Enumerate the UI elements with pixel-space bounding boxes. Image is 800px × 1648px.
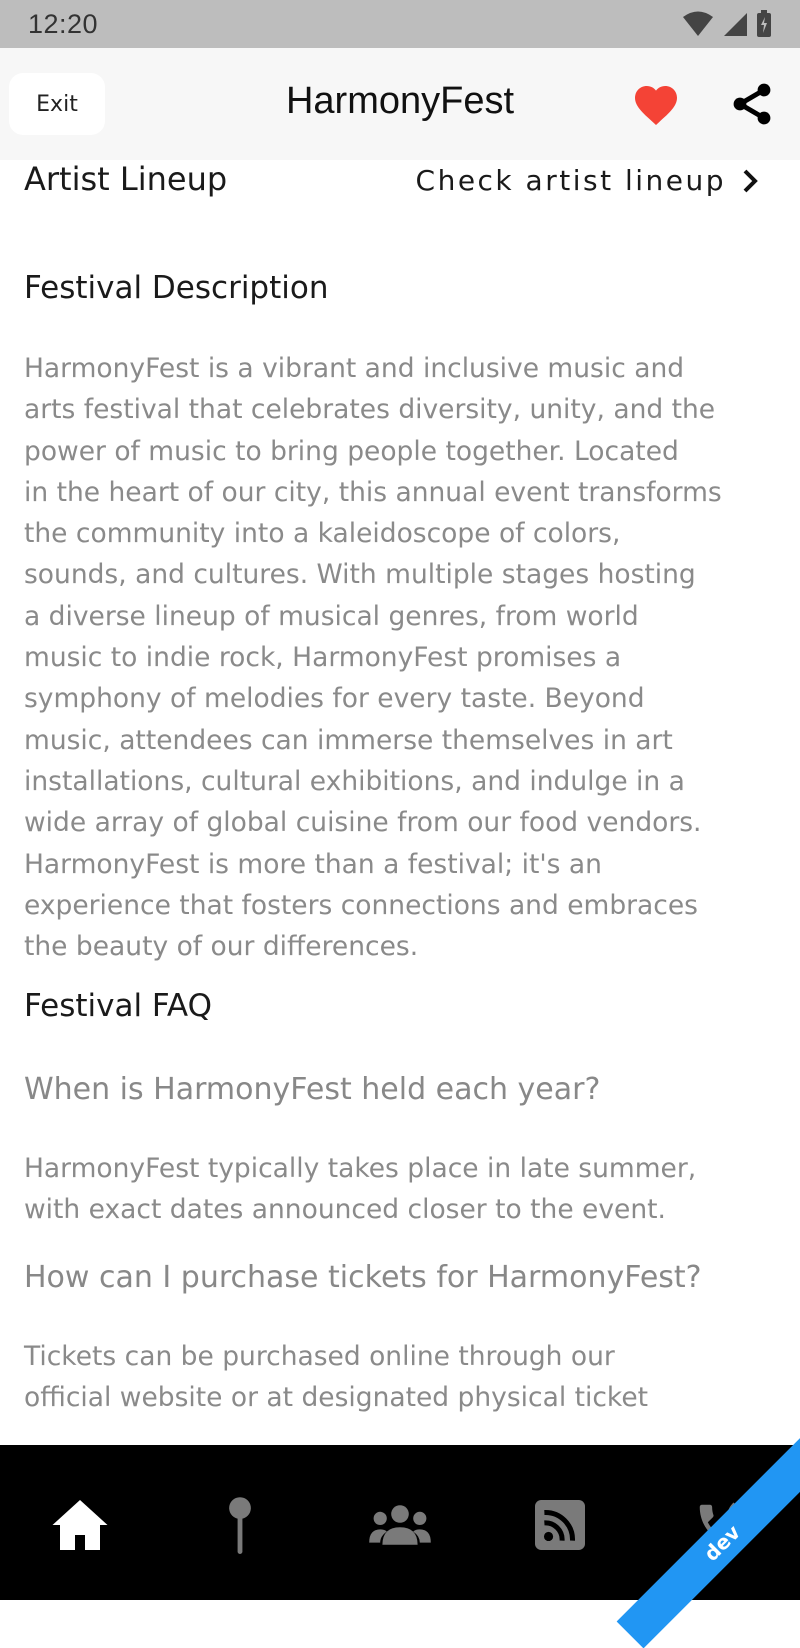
map-pin-icon	[229, 1497, 251, 1554]
faq-answer: HarmonyFest typically takes place in lat…	[24, 1153, 697, 1226]
artist-lineup-row: Artist Lineup Check artist lineup	[0, 160, 800, 200]
wifi-icon	[683, 11, 713, 36]
app-bar: Exit HarmonyFest	[0, 48, 800, 160]
people-icon	[369, 1505, 431, 1545]
app-title: HarmonyFest	[285, 80, 515, 122]
nav-home[interactable]	[40, 1493, 120, 1557]
festival-description-heading: Festival Description	[24, 270, 329, 306]
share-icon[interactable]	[728, 80, 776, 128]
artist-lineup-title: Artist Lineup	[24, 160, 228, 198]
faq-question: How can I purchase tickets for HarmonyFe…	[24, 1260, 702, 1295]
heart-icon[interactable]	[632, 82, 680, 126]
festival-description-text: HarmonyFest is a vibrant and inclusive m…	[24, 353, 722, 963]
signal-icon	[724, 13, 747, 36]
chevron-right-icon	[743, 169, 758, 192]
rss-feed-icon	[535, 1500, 585, 1550]
status-icons	[682, 10, 772, 38]
faq-question: When is HarmonyFest held each year?	[24, 1072, 601, 1107]
status-bar: 12:20	[0, 0, 800, 48]
festival-faq-heading: Festival FAQ	[24, 988, 212, 1024]
check-artist-lineup-link[interactable]: Check artist lineup	[416, 164, 760, 197]
home-icon	[52, 1500, 108, 1550]
nav-people[interactable]	[360, 1493, 440, 1557]
nav-feed[interactable]	[520, 1493, 600, 1557]
content-scroll[interactable]: Artist Lineup Check artist lineup Festiv…	[0, 160, 800, 1445]
battery-icon	[757, 10, 771, 37]
nav-map[interactable]	[200, 1493, 280, 1557]
faq-answer: Tickets can be purchased online through …	[24, 1341, 649, 1414]
status-time: 12:20	[28, 8, 99, 39]
check-artist-lineup-label: Check artist lineup	[415, 164, 726, 197]
